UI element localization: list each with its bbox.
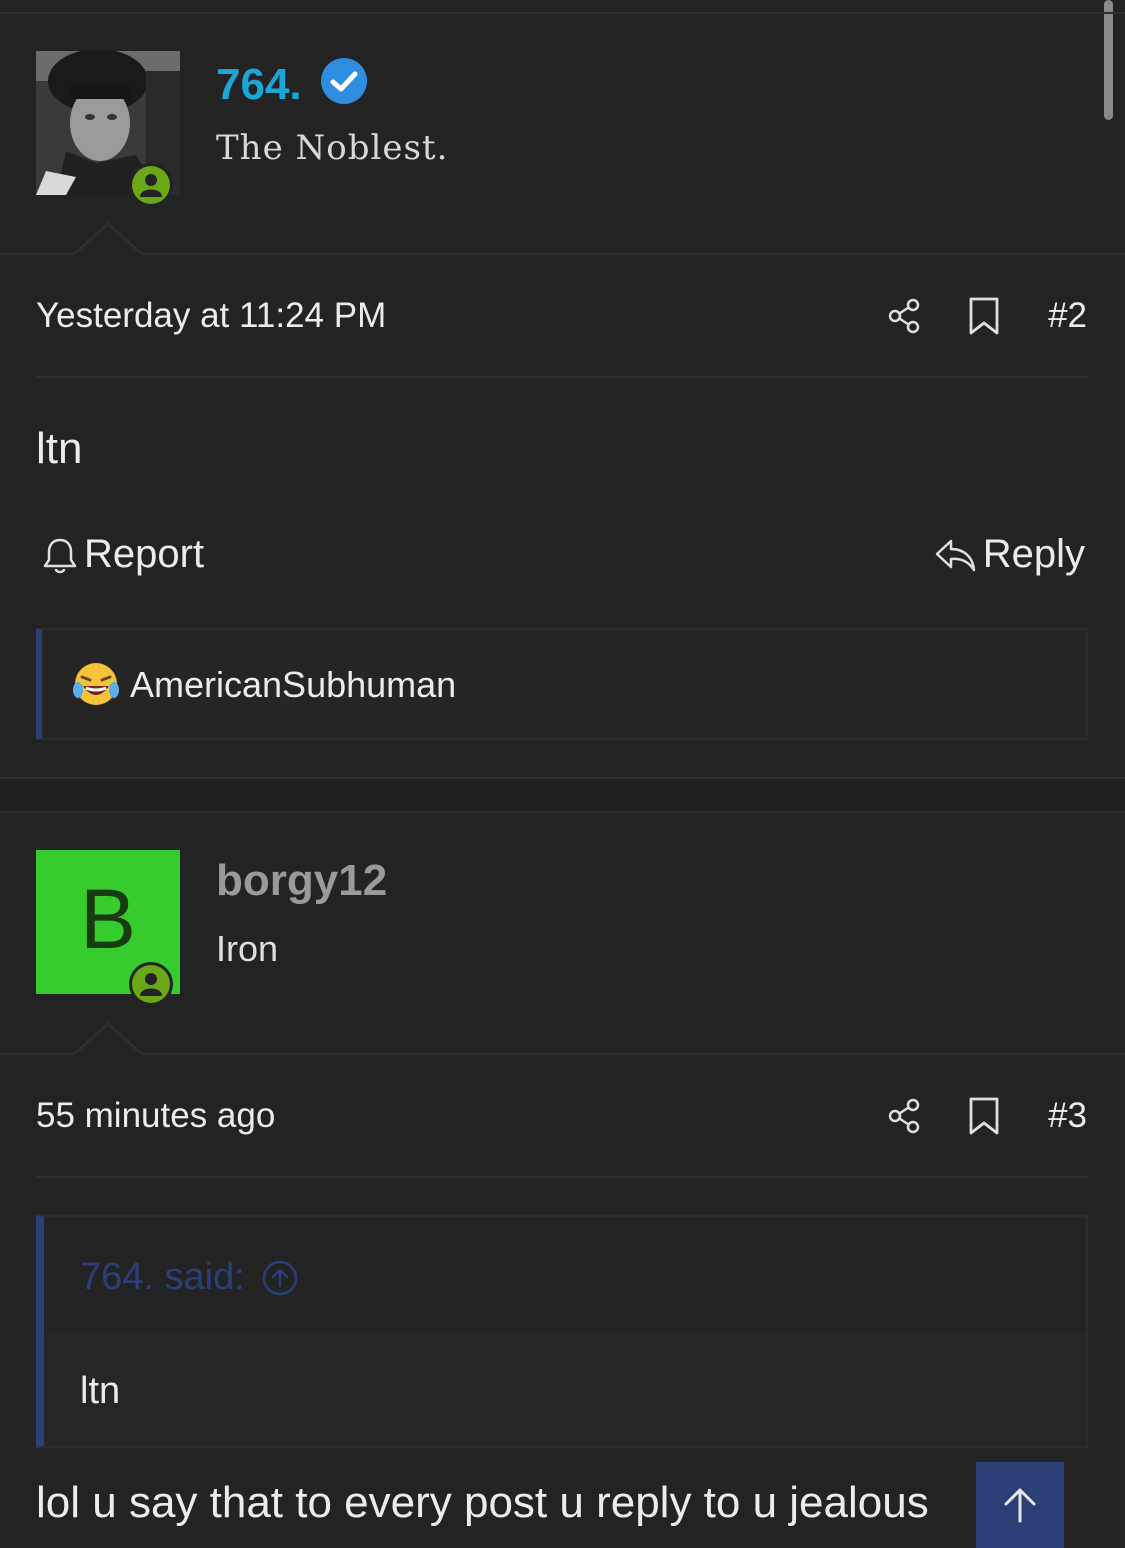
reply-label: Reply [982, 532, 1085, 576]
arrow-up-circle-icon[interactable] [261, 1259, 299, 1297]
online-status-icon [129, 163, 173, 207]
bell-icon [43, 538, 77, 573]
quote-content [44, 1331, 1086, 1446]
post-timestamp[interactable]: 55 minutes ago [36, 1096, 275, 1136]
quote-block [36, 1215, 1088, 1448]
post-username[interactable]: 764. [216, 60, 302, 110]
quote-text: ltn [80, 1370, 121, 1412]
header-pointer-fill [74, 1026, 142, 1056]
reply-button[interactable]: Reply [933, 532, 1085, 577]
report-label: Report [84, 532, 205, 576]
quote-attribution-label: 764. said: [80, 1256, 245, 1298]
divider [0, 1053, 1125, 1055]
share-icon[interactable] [884, 296, 924, 336]
post-number[interactable]: #3 [1048, 1096, 1087, 1136]
divider [0, 253, 1125, 255]
divider [0, 12, 1125, 14]
header-pointer-fill [74, 226, 142, 256]
post-body: ltn [36, 424, 83, 473]
divider [36, 1176, 1088, 1178]
report-button[interactable]: Report [42, 532, 204, 577]
divider [36, 376, 1088, 378]
reaction-username[interactable]: AmericanSubhuman [130, 664, 456, 706]
post-username[interactable]: borgy12 [216, 856, 387, 906]
verified-icon [321, 58, 367, 104]
post-body: lol u say that to every post u reply to … [36, 1478, 929, 1527]
divider [0, 811, 1125, 813]
back-to-top-icon [1004, 1488, 1036, 1523]
share-icon[interactable] [884, 1096, 924, 1136]
laughing-emoji-icon [73, 663, 119, 705]
post-timestamp[interactable]: Yesterday at 11:24 PM [36, 296, 386, 336]
online-status-icon [129, 962, 173, 1006]
post-separator [0, 779, 1125, 811]
back-to-top-button[interactable] [976, 1462, 1064, 1548]
post-number[interactable]: #2 [1048, 296, 1087, 336]
reply-icon [935, 539, 975, 571]
page-scrollbar[interactable] [1104, 0, 1113, 120]
bookmark-icon[interactable] [964, 1096, 1004, 1136]
user-title: The Noblest. [216, 128, 449, 168]
bookmark-icon[interactable] [964, 296, 1004, 336]
user-title: Iron [216, 928, 279, 969]
quote-attribution[interactable]: 764. said: [80, 1256, 299, 1299]
